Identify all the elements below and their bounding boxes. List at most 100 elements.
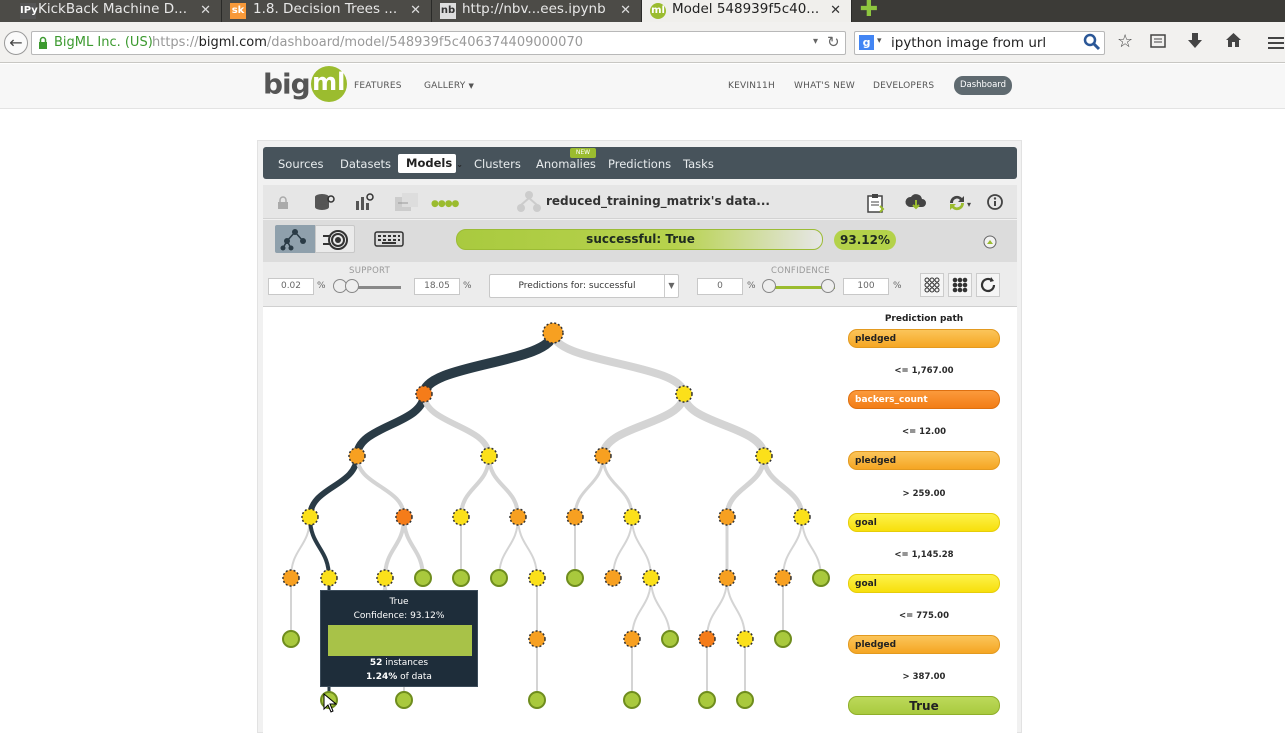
browser-tab-3[interactable]: nb http://nbv...ees.ipynb ✕ [432,0,642,22]
dataset-icon[interactable] [314,193,336,215]
tree-leaf-node[interactable] [774,630,792,648]
close-tab-icon[interactable]: ✕ [830,1,841,20]
tree-split-node[interactable] [793,508,811,526]
search-bar[interactable]: g ▾ ipython image from url [854,31,1105,55]
tree-leaf-node[interactable] [282,630,300,648]
tree-split-node[interactable] [774,569,792,587]
path-step-goal[interactable]: goal [848,574,1000,593]
refresh-icon[interactable] [976,273,1000,297]
close-tab-icon[interactable]: ✕ [200,1,211,20]
back-icon[interactable]: ← [4,31,28,55]
new-tab-icon[interactable]: ✚ [858,0,880,22]
tree-split-node[interactable] [415,385,433,403]
confidence-max-handle[interactable] [821,279,835,293]
path-step-pledged[interactable]: pledged [848,451,1000,470]
nav-whats-new[interactable]: WHAT'S NEW [794,81,855,91]
info-icon[interactable] [986,193,1004,215]
tree-split-node[interactable] [528,630,546,648]
browser-tab-2[interactable]: sk 1.8. Decision Trees ... ✕ [222,0,432,22]
close-tab-icon[interactable]: ✕ [620,1,631,20]
keyboard-icon[interactable] [374,230,404,252]
confidence-min-input[interactable]: 0 [697,278,743,295]
tree-leaf-node[interactable] [698,691,716,709]
download-arrow-icon[interactable] [1187,32,1203,54]
menu-icon[interactable] [1268,34,1284,55]
tree-split-node[interactable] [623,630,641,648]
tree-leaf-node[interactable] [661,630,679,648]
dropdown-icon[interactable]: ▾ [813,36,818,47]
dashboard-button[interactable]: Dashboard [954,76,1012,95]
support-max-input[interactable]: 18.05 [414,278,460,295]
tree-split-node[interactable] [282,569,300,587]
tree-leaf-node[interactable] [812,569,830,587]
tree-leaf-node[interactable] [528,691,546,709]
tab-anomalies[interactable]: Anomalies [536,157,596,171]
nav-developers[interactable]: DEVELOPERS [873,81,934,91]
download-icon[interactable] [905,193,927,217]
nav-user[interactable]: KEVIN11H [728,81,775,91]
bigml-logo[interactable]: bigml [263,66,347,102]
support-max-handle[interactable] [345,279,359,293]
tab-models[interactable]: Models ⌄ [398,154,463,173]
tree-leaf-node[interactable] [736,691,754,709]
tree-split-node[interactable] [604,569,622,587]
browser-tab-4[interactable]: ml Model 548939f5c40... ✕ [642,0,852,22]
nav-gallery[interactable]: GALLERY ▼ [424,81,474,91]
collapse-icon[interactable] [983,234,997,253]
reload-icon[interactable]: ↻ [827,33,840,51]
tree-split-node[interactable] [698,630,716,648]
chevron-down-icon[interactable]: ▼ [664,275,678,297]
path-step-result[interactable]: True [848,696,1000,715]
path-step-pledged[interactable]: pledged [848,635,1000,654]
chart-icon[interactable] [355,193,375,215]
path-step-backers-count[interactable]: backers_count [848,390,1000,409]
tree-leaf-node[interactable] [452,569,470,587]
tree-split-node[interactable] [736,630,754,648]
tree-split-node[interactable] [480,447,498,465]
search-icon[interactable] [1083,33,1101,55]
tree-split-node[interactable] [395,508,413,526]
tab-sources[interactable]: Sources [278,157,324,171]
search-input[interactable]: ipython image from url [891,35,1046,51]
tree-view-button[interactable] [275,225,315,253]
chevron-down-icon[interactable]: ▾ [877,36,882,46]
sunburst-view-button[interactable] [315,225,355,253]
settings-icon[interactable] [394,193,420,217]
tree-split-node[interactable] [566,508,584,526]
tree-leaf-node[interactable] [395,691,413,709]
reading-list-icon[interactable] [1150,33,1166,54]
tree-split-node[interactable] [642,569,660,587]
nav-features[interactable]: FEATURES [354,81,402,91]
tab-datasets[interactable]: Datasets [340,157,391,171]
tab-tasks[interactable]: Tasks [683,157,714,171]
url-bar[interactable]: BigML Inc. (US) https://bigml.com/dashbo… [31,31,846,55]
action-icon[interactable]: ▾ [946,193,974,217]
tree-split-node[interactable] [376,569,394,587]
tab-clusters[interactable]: Clusters [474,157,521,171]
tree-split-node[interactable] [301,508,319,526]
clipboard-icon[interactable] [866,193,886,217]
tree-leaf-node[interactable] [490,569,508,587]
tree-leaf-node[interactable] [623,691,641,709]
tree-split-node[interactable] [675,385,693,403]
close-tab-icon[interactable]: ✕ [410,1,421,20]
support-min-input[interactable]: 0.02 [268,278,314,295]
path-step-goal[interactable]: goal [848,513,1000,532]
tree-split-node[interactable] [718,569,736,587]
tree-leaf-node[interactable] [566,569,584,587]
tree-split-node[interactable] [594,447,612,465]
tree-split-node[interactable] [348,447,366,465]
tree-split-node[interactable] [528,569,546,587]
tree-split-node[interactable] [320,569,338,587]
tree-split-node[interactable] [755,447,773,465]
browser-tab-1[interactable]: IPy KickBack Machine D... ✕ [0,0,222,22]
tree-leaf-node[interactable] [414,569,432,587]
path-step-pledged[interactable]: pledged [848,329,1000,348]
home-icon[interactable] [1225,32,1242,53]
tree-split-node[interactable] [542,322,564,344]
tree-split-node[interactable] [509,508,527,526]
confidence-max-input[interactable]: 100 [843,278,889,295]
bookmark-star-icon[interactable]: ☆ [1117,31,1133,52]
tree-split-node[interactable] [452,508,470,526]
collapse-all-icon[interactable] [948,273,972,297]
